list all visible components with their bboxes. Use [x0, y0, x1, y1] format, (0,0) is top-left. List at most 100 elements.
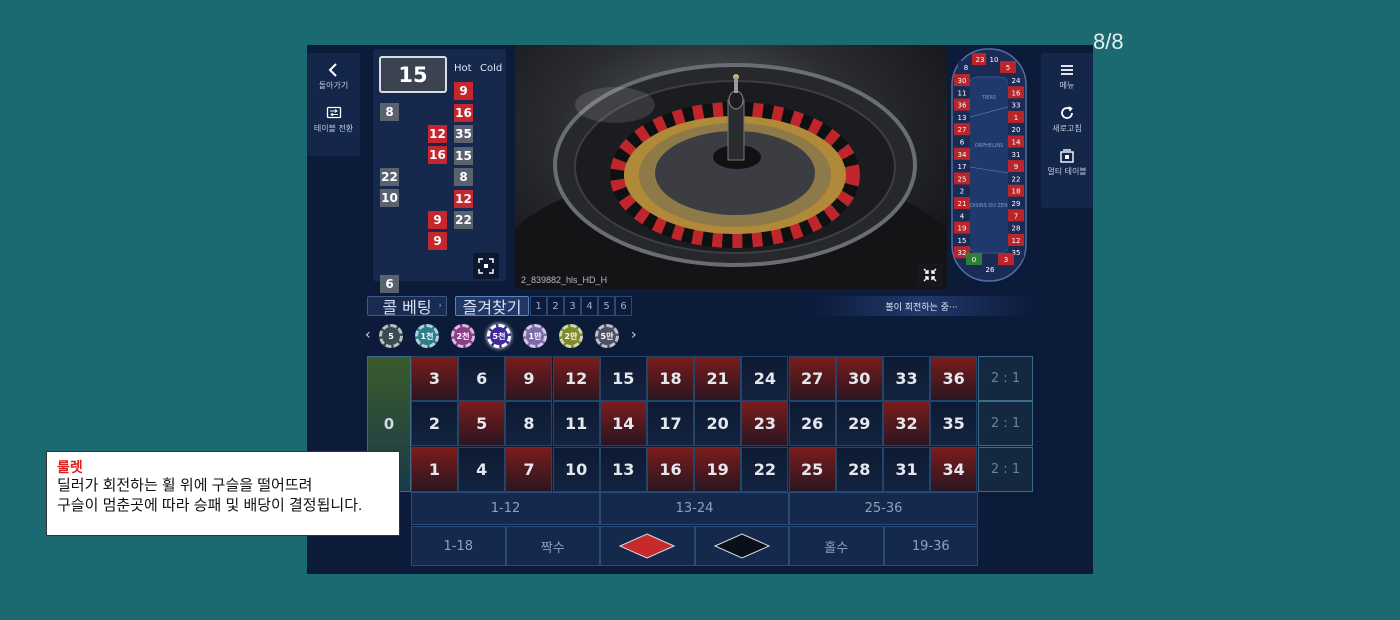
bet-column-2to1[interactable]: 2 : 1	[978, 401, 1033, 447]
chip-3[interactable]: 2천	[451, 324, 475, 348]
favorites-button[interactable]: 즐겨찾기	[455, 296, 529, 317]
bet-number-cell[interactable]: 28	[835, 446, 883, 492]
racetrack-section-label[interactable]: ORPHELINS	[975, 143, 1004, 149]
switch-icon	[326, 106, 341, 119]
favorite-slot[interactable]: 2	[547, 296, 564, 316]
bet-number-cell[interactable]: 35	[930, 401, 978, 447]
bet-number-cell[interactable]: 10	[552, 446, 600, 492]
history-result: 9	[428, 210, 447, 229]
bet-number-cell[interactable]: 26	[788, 401, 836, 447]
bet-high[interactable]: 19-36	[883, 526, 978, 566]
racetrack-number: 12	[1012, 237, 1021, 245]
bet-number-cell[interactable]: 29	[835, 401, 883, 447]
hot-cold-number: 9	[454, 82, 473, 100]
right-menu: 메뉴 새로고침 멀티 테이블	[1041, 53, 1093, 208]
favorite-slot[interactable]: 6	[615, 296, 632, 316]
back-label: 돌아가기	[318, 81, 349, 90]
chip-4[interactable]: 5천	[487, 324, 511, 348]
expand-icon	[478, 258, 494, 274]
menu-button[interactable]: 메뉴	[1041, 62, 1093, 91]
chip-6[interactable]: 2만	[559, 324, 583, 348]
info-tooltip: 룰렛 딜러가 회전하는 휠 위에 구슬을 떨어뜨려 구슬이 멈춘곳에 따라 승패…	[46, 451, 400, 536]
bet-number-cell[interactable]: 34	[930, 446, 978, 492]
chip-2[interactable]: 1천	[415, 324, 439, 348]
bet-dozen-3[interactable]: 25-36	[789, 492, 978, 525]
betting-table: 0 3 6 9 12 15 18 21 24 27 30 33 36 2 : 1 2 5 8 11 14 17 20 2…	[367, 356, 1034, 568]
bet-number-cell[interactable]: 33	[883, 356, 930, 401]
bet-number-cell[interactable]: 30	[835, 356, 883, 401]
bet-dozen-1[interactable]: 1-12	[411, 492, 600, 525]
bet-low[interactable]: 1-18	[411, 526, 506, 566]
bet-number-cell[interactable]: 31	[883, 446, 930, 492]
bet-number-cell[interactable]: 1	[411, 446, 458, 492]
back-button[interactable]: 돌아가기	[307, 62, 360, 91]
racetrack-number: 6	[960, 139, 965, 147]
racetrack-section-label[interactable]: TIERS	[981, 95, 996, 101]
bet-column-2to1[interactable]: 2 : 1	[978, 356, 1033, 401]
bet-number-cell[interactable]: 23	[741, 401, 789, 447]
favorite-slot[interactable]: 3	[564, 296, 581, 316]
diamond-black-icon	[713, 533, 770, 559]
racetrack-number: 21	[958, 200, 967, 208]
status-text: 볼이 회전하는 중···	[885, 302, 958, 313]
bet-number-cell[interactable]: 16	[647, 446, 694, 492]
bet-dozen-2[interactable]: 13-24	[600, 492, 789, 525]
last-result: 15	[379, 56, 447, 93]
tooltip-line-2: 구슬이 멈춘곳에 따라 승패 및 배당이 결정됩니다.	[57, 497, 363, 514]
bet-number-cell[interactable]: 13	[599, 446, 647, 492]
bet-odd[interactable]: 홀수	[789, 526, 884, 566]
bet-number-cell[interactable]: 7	[505, 446, 553, 492]
bet-number-cell[interactable]: 36	[930, 356, 978, 401]
bet-number-cell[interactable]: 3	[411, 356, 458, 401]
switch-table-button[interactable]: 테이블 전환	[307, 105, 360, 134]
chip-5[interactable]: 1만	[523, 324, 547, 348]
favorite-slot[interactable]: 4	[581, 296, 598, 316]
bet-number-cell[interactable]: 4	[458, 446, 506, 492]
diamond-red-icon	[619, 533, 676, 559]
chevron-right-icon[interactable]: ›	[631, 327, 637, 343]
multi-table-icon	[1060, 149, 1074, 163]
multi-table-button[interactable]: 멀티 테이블	[1041, 148, 1093, 177]
bet-number-cell[interactable]: 22	[741, 446, 789, 492]
chip-7[interactable]: 5만	[595, 324, 619, 348]
racetrack-section-label[interactable]: VOISINS DU ZERO	[967, 203, 1012, 209]
bet-number-cell[interactable]: 6	[458, 356, 506, 401]
favorite-slot[interactable]: 5	[598, 296, 615, 316]
menu-label: 메뉴	[1059, 81, 1075, 90]
bet-number-cell[interactable]: 2	[411, 401, 458, 447]
bet-number-cell[interactable]: 17	[647, 401, 694, 447]
bet-number-cell[interactable]: 9	[505, 356, 553, 401]
tooltip-line-1: 딜러가 회전하는 휠 위에 구슬을 떨어뜨려	[57, 477, 313, 494]
expand-video-button[interactable]	[917, 263, 943, 287]
chip-1[interactable]: 5	[379, 324, 403, 348]
chevron-left-icon[interactable]: ‹	[365, 327, 371, 343]
bet-column-2to1[interactable]: 2 : 1	[978, 446, 1033, 492]
bet-number-cell[interactable]: 8	[505, 401, 553, 447]
bet-number-cell[interactable]: 20	[694, 401, 742, 447]
bet-red[interactable]	[600, 526, 695, 566]
bet-number-cell[interactable]: 5	[458, 401, 506, 447]
bet-number-cell[interactable]: 24	[741, 356, 789, 401]
racetrack-number: 32	[958, 249, 967, 257]
bet-number-cell[interactable]: 19	[694, 446, 742, 492]
favorite-slot[interactable]: 1	[530, 296, 547, 316]
call-bet-button[interactable]: 콜 베팅 ›	[367, 296, 447, 317]
bet-number-cell[interactable]: 32	[883, 401, 930, 447]
bet-number-cell[interactable]: 21	[694, 356, 742, 401]
racetrack-number: 15	[958, 237, 967, 245]
bet-number-cell[interactable]: 11	[552, 401, 600, 447]
bet-number-cell[interactable]: 25	[788, 446, 836, 492]
status-bar: 볼이 회전하는 중···	[810, 296, 1033, 316]
bet-black[interactable]	[694, 526, 789, 566]
bet-number-cell[interactable]: 14	[599, 401, 647, 447]
racetrack-number: 36	[958, 102, 967, 110]
bet-number-cell[interactable]: 15	[599, 356, 647, 401]
bet-number-cell[interactable]: 12	[552, 356, 600, 401]
racetrack-bet-board[interactable]: TIERSORPHELINSVOISINS DU ZERO 823 1053011…	[950, 47, 1028, 283]
bet-number-cell[interactable]: 18	[647, 356, 694, 401]
racetrack-number: 33	[1012, 102, 1021, 110]
bet-even[interactable]: 짝수	[505, 526, 600, 566]
bet-number-cell[interactable]: 27	[788, 356, 836, 401]
refresh-button[interactable]: 새로고침	[1041, 105, 1093, 134]
expand-history-button[interactable]	[473, 253, 499, 279]
